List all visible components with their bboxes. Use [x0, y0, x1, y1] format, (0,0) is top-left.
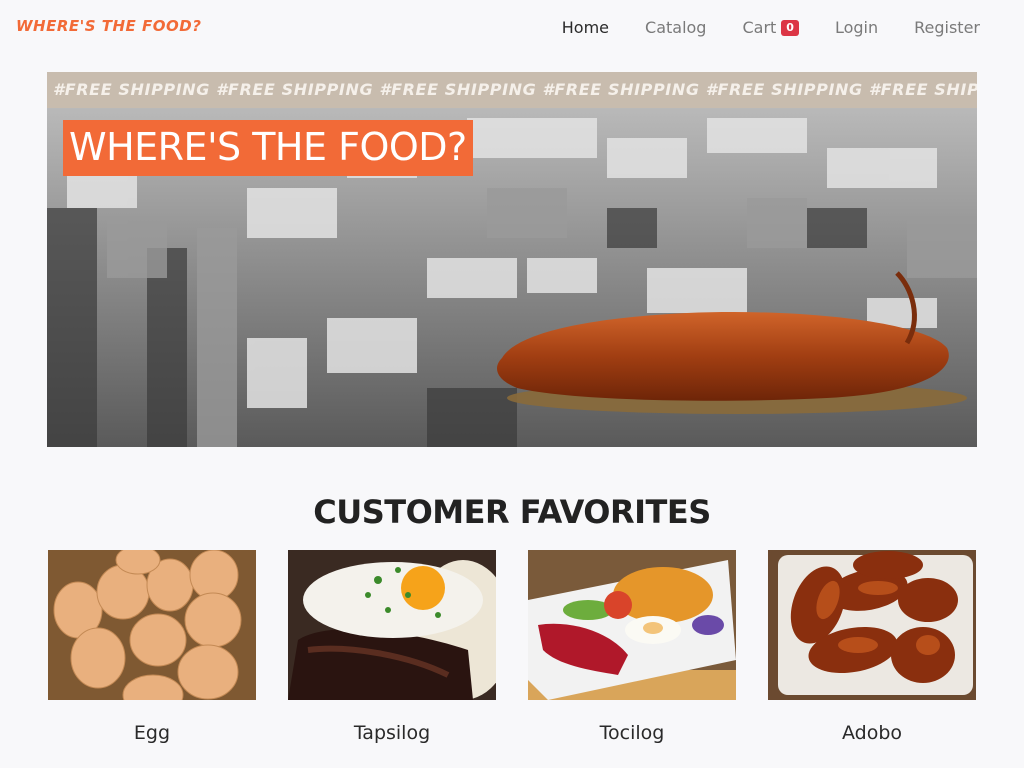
favorite-card-tocilog[interactable]: Tocilog — [528, 550, 736, 744]
hero-banner: #FREE SHIPPING #FREE SHIPPING #FREE SHIP… — [47, 72, 977, 447]
favorite-name: Tocilog — [599, 722, 665, 744]
nav-login-label: Login — [834, 18, 879, 37]
free-shipping-ticker: #FREE SHIPPING #FREE SHIPPING #FREE SHIP… — [47, 72, 977, 108]
nav-home[interactable]: Home — [562, 18, 609, 37]
nav-links: Home Catalog Cart 0 Login Register — [562, 18, 980, 37]
nav-home-label: Home — [561, 18, 610, 37]
favorite-name: Egg — [133, 722, 171, 744]
nav-register-label: Register — [914, 18, 980, 37]
brand-logo[interactable]: WHERE'S THE FOOD? — [16, 17, 201, 35]
favorite-name: Adobo — [841, 722, 903, 744]
nav-login[interactable]: Login — [835, 18, 878, 37]
hero-title: WHERE'S THE FOOD? — [63, 120, 473, 176]
favorite-card-egg[interactable]: Egg — [48, 550, 256, 744]
favorites-grid: Egg Tapsilog Tocilog Adobo — [48, 550, 976, 760]
tapsilog-image — [288, 550, 496, 700]
nav-register[interactable]: Register — [914, 18, 980, 37]
nav-cart-label: Cart — [742, 18, 777, 37]
nav-catalog[interactable]: Catalog — [645, 18, 706, 37]
favorite-card-tapsilog[interactable]: Tapsilog — [288, 550, 496, 744]
tocilog-image — [528, 550, 736, 700]
navbar: WHERE'S THE FOOD? Home Catalog Cart 0 Log… — [0, 0, 1024, 56]
cart-count-badge: 0 — [781, 19, 799, 36]
favorite-card-adobo[interactable]: Adobo — [768, 550, 976, 744]
adobo-image — [768, 550, 976, 700]
nav-catalog-label: Catalog — [645, 18, 707, 37]
favorite-name: Tapsilog — [353, 722, 431, 744]
egg-image — [48, 550, 256, 700]
ticker-text: #FREE SHIPPING #FREE SHIPPING #FREE SHIP… — [53, 80, 977, 99]
nav-cart[interactable]: Cart 0 — [742, 18, 799, 37]
favorites-heading: CUSTOMER FAVORITES — [313, 493, 711, 531]
